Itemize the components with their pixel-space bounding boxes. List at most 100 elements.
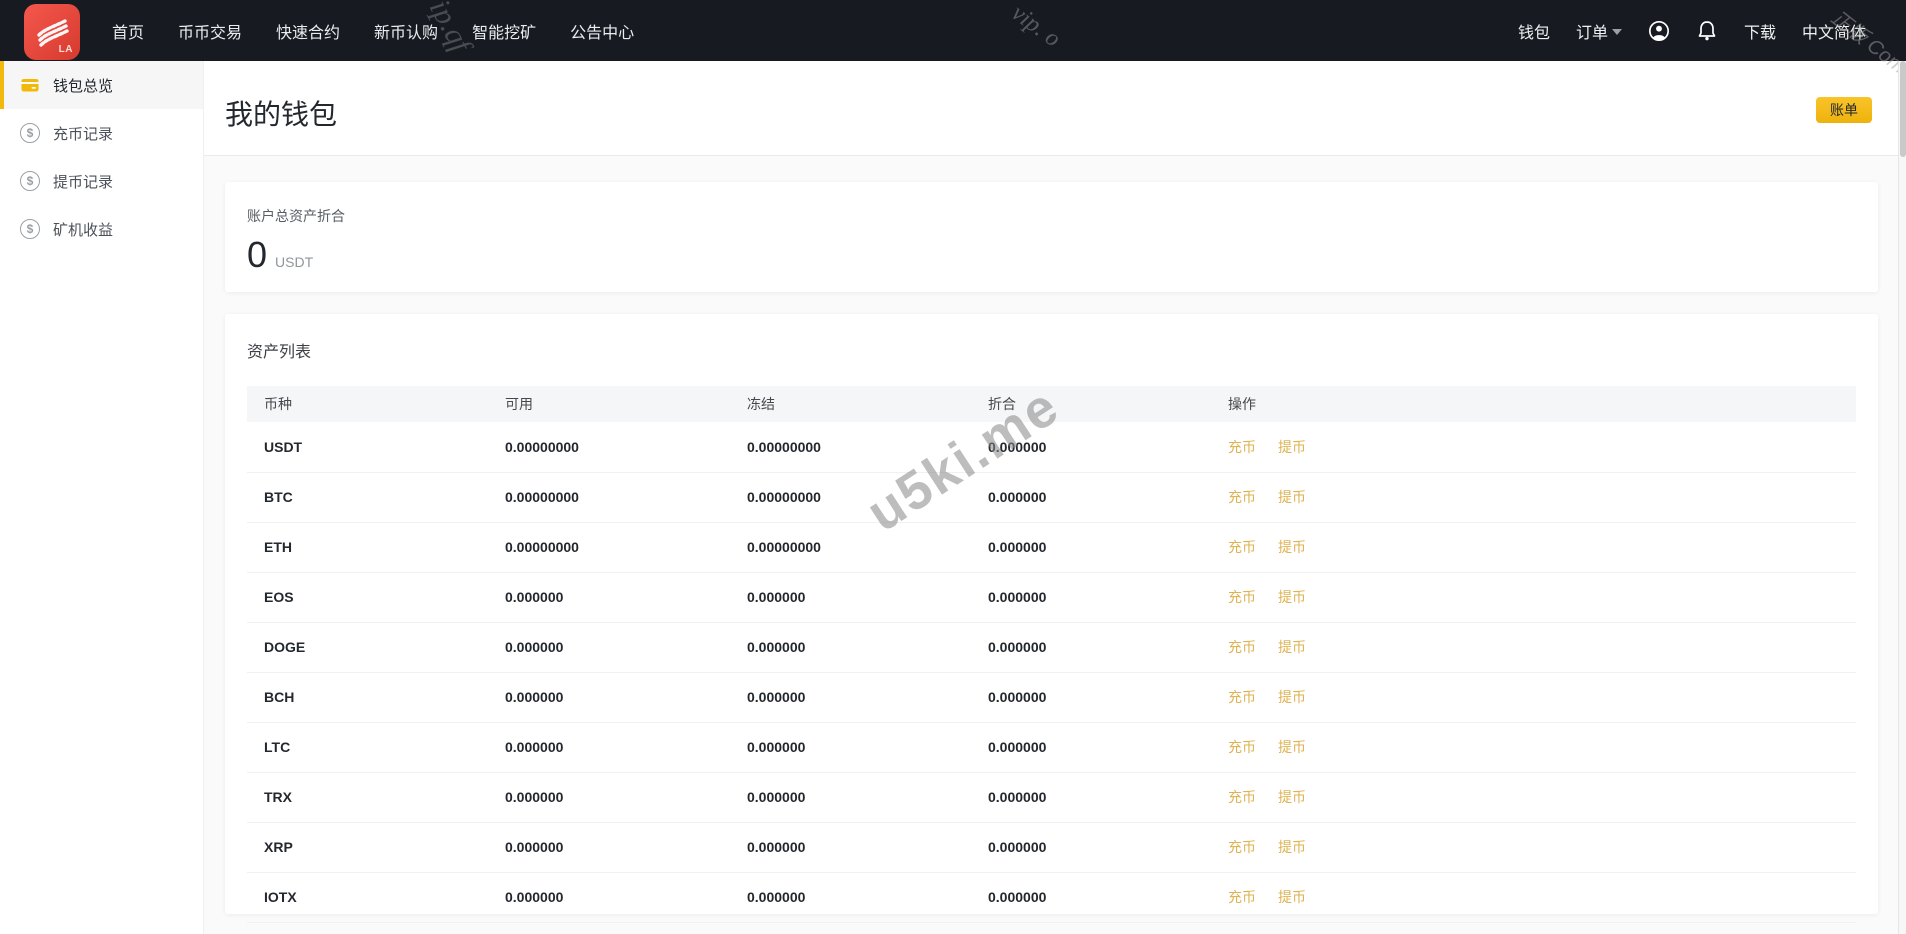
sidebar-item-label: 矿机收益 — [53, 221, 114, 239]
nav-item-spot-trade[interactable]: 币币交易 — [178, 19, 242, 43]
frozen-value: 0.000000 — [747, 639, 806, 655]
frozen-value: 0.000000 — [747, 789, 806, 805]
navbar-right: 钱包 订单 下载 中文简体 — [1518, 19, 1906, 43]
converted-value: 0.000000 — [988, 639, 1047, 655]
withdraw-link[interactable]: 提币 — [1278, 589, 1306, 605]
total-assets-card: 账户总资产折合 0 USDT — [225, 182, 1878, 292]
col-converted: 折合 — [988, 396, 1016, 412]
nav-item-orders[interactable]: 订单 — [1576, 19, 1622, 43]
nav-item-smart-mining[interactable]: 智能挖矿 — [472, 19, 536, 43]
deposit-link[interactable]: 充币 — [1228, 739, 1256, 755]
available-value: 0.00000000 — [505, 438, 579, 455]
language-selector[interactable]: 中文简体 — [1802, 19, 1866, 43]
deposit-link[interactable]: 充币 — [1228, 789, 1256, 805]
vertical-scrollbar[interactable] — [1898, 61, 1906, 934]
converted-value: 0.000000 — [988, 438, 1047, 455]
converted-value: 0.000000 — [988, 789, 1047, 805]
dollar-circle-icon — [20, 123, 40, 143]
wallet-card-icon — [21, 79, 39, 92]
brand-logo[interactable]: LA — [24, 3, 80, 60]
page-title: 我的钱包 — [225, 99, 338, 130]
deposit-link[interactable]: 充币 — [1228, 489, 1256, 505]
coin-name: TRX — [264, 789, 292, 805]
table-row: EOS 0.000000 0.000000 0.000000 充币 提币 — [247, 572, 1856, 622]
frozen-value: 0.00000000 — [747, 539, 821, 555]
scrollbar-thumb[interactable] — [1900, 61, 1906, 157]
converted-value: 0.000000 — [988, 739, 1047, 755]
sidebar-item-wallet-overview[interactable]: 钱包总览 — [0, 61, 203, 109]
asset-list-title: 资产列表 — [247, 344, 312, 361]
deposit-link[interactable]: 充币 — [1228, 889, 1256, 905]
coin-name: ETH — [264, 539, 292, 555]
withdraw-link[interactable]: 提币 — [1278, 739, 1306, 755]
top-navbar: LA 首页 币币交易 快速合约 新币认购 智能挖矿 公告中心 钱包 订单 下载 … — [0, 0, 1906, 61]
frozen-value: 0.00000000 — [747, 489, 821, 505]
sidebar-item-label: 钱包总览 — [53, 77, 114, 95]
chevron-down-icon — [1611, 28, 1622, 35]
coin-name: DOGE — [264, 639, 306, 655]
sidebar-item-deposit-records[interactable]: 充币记录 — [0, 109, 203, 157]
withdraw-link[interactable]: 提币 — [1278, 689, 1306, 705]
asset-table: 币种 可用 冻结 折合 操作 USDT 0.00000000 0.0000000… — [247, 386, 1856, 923]
coin-name: XRP — [264, 839, 293, 855]
notification-bell-icon[interactable] — [1696, 20, 1718, 42]
total-assets-value: 0 — [247, 234, 268, 275]
table-row: XRP 0.000000 0.000000 0.000000 充币 提币 — [247, 822, 1856, 872]
deposit-link[interactable]: 充币 — [1228, 689, 1256, 705]
table-row: BTC 0.00000000 0.00000000 0.000000 充币 提币 — [247, 472, 1856, 522]
sidebar-item-label: 提币记录 — [53, 173, 114, 191]
sidebar-item-withdraw-records[interactable]: 提币记录 — [0, 157, 203, 205]
available-value: 0.000000 — [505, 589, 564, 605]
deposit-link[interactable]: 充币 — [1228, 839, 1256, 855]
frozen-value: 0.000000 — [747, 689, 806, 705]
col-actions: 操作 — [1228, 396, 1256, 412]
col-frozen: 冻结 — [747, 396, 775, 412]
asset-table-header: 币种 可用 冻结 折合 操作 — [247, 386, 1856, 422]
nav-item-home[interactable]: 首页 — [112, 19, 144, 43]
content-area: 账户总资产折合 0 USDT 资产列表 币种 可用 冻结 折合 操作 USDT … — [204, 156, 1898, 922]
withdraw-link[interactable]: 提币 — [1278, 539, 1306, 555]
withdraw-link[interactable]: 提币 — [1278, 639, 1306, 655]
nav-item-fast-contract[interactable]: 快速合约 — [276, 19, 340, 43]
user-avatar-icon[interactable] — [1648, 20, 1670, 42]
available-value: 0.000000 — [505, 689, 564, 705]
nav-item-announcements[interactable]: 公告中心 — [570, 19, 634, 43]
withdraw-link[interactable]: 提币 — [1278, 839, 1306, 855]
sidebar-item-miner-income[interactable]: 矿机收益 — [0, 205, 203, 253]
converted-value: 0.000000 — [988, 689, 1047, 705]
deposit-link[interactable]: 充币 — [1228, 439, 1256, 455]
total-assets-label: 账户总资产折合 — [247, 208, 345, 224]
table-row: DOGE 0.000000 0.000000 0.000000 充币 提币 — [247, 622, 1856, 672]
frozen-value: 0.000000 — [747, 889, 806, 905]
nav-item-new-coin[interactable]: 新币认购 — [374, 19, 438, 43]
coin-name: BCH — [264, 689, 295, 705]
logo-text: LA — [58, 43, 73, 55]
bill-button[interactable]: 账单 — [1816, 97, 1872, 123]
nav-item-download[interactable]: 下载 — [1744, 19, 1776, 43]
frozen-value: 0.000000 — [747, 739, 806, 755]
table-row: IOTX 0.000000 0.000000 0.000000 充币 提币 — [247, 872, 1856, 922]
table-row: ETH 0.00000000 0.00000000 0.000000 充币 提币 — [247, 522, 1856, 572]
sidebar-item-label: 充币记录 — [53, 125, 114, 143]
withdraw-link[interactable]: 提币 — [1278, 439, 1306, 455]
available-value: 0.00000000 — [505, 489, 579, 505]
total-assets-unit: USDT — [275, 254, 314, 270]
deposit-link[interactable]: 充币 — [1228, 639, 1256, 655]
withdraw-link[interactable]: 提币 — [1278, 789, 1306, 805]
withdraw-link[interactable]: 提币 — [1278, 889, 1306, 905]
available-value: 0.000000 — [505, 739, 564, 755]
withdraw-link[interactable]: 提币 — [1278, 489, 1306, 505]
deposit-link[interactable]: 充币 — [1228, 539, 1256, 555]
frozen-value: 0.00000000 — [747, 438, 821, 455]
available-value: 0.000000 — [505, 839, 564, 855]
table-row: BCH 0.000000 0.000000 0.000000 充币 提币 — [247, 672, 1856, 722]
table-row: TRX 0.000000 0.000000 0.000000 充币 提币 — [247, 772, 1856, 822]
deposit-link[interactable]: 充币 — [1228, 589, 1256, 605]
nav-item-wallet[interactable]: 钱包 — [1518, 19, 1550, 43]
wallet-sidebar: 钱包总览 充币记录 提币记录 矿机收益 — [0, 61, 204, 934]
converted-value: 0.000000 — [988, 489, 1047, 505]
col-available: 可用 — [505, 396, 533, 412]
converted-value: 0.000000 — [988, 889, 1047, 905]
asset-list-card: 资产列表 币种 可用 冻结 折合 操作 USDT 0.00000000 0.00… — [225, 314, 1878, 922]
col-coin: 币种 — [264, 396, 292, 412]
